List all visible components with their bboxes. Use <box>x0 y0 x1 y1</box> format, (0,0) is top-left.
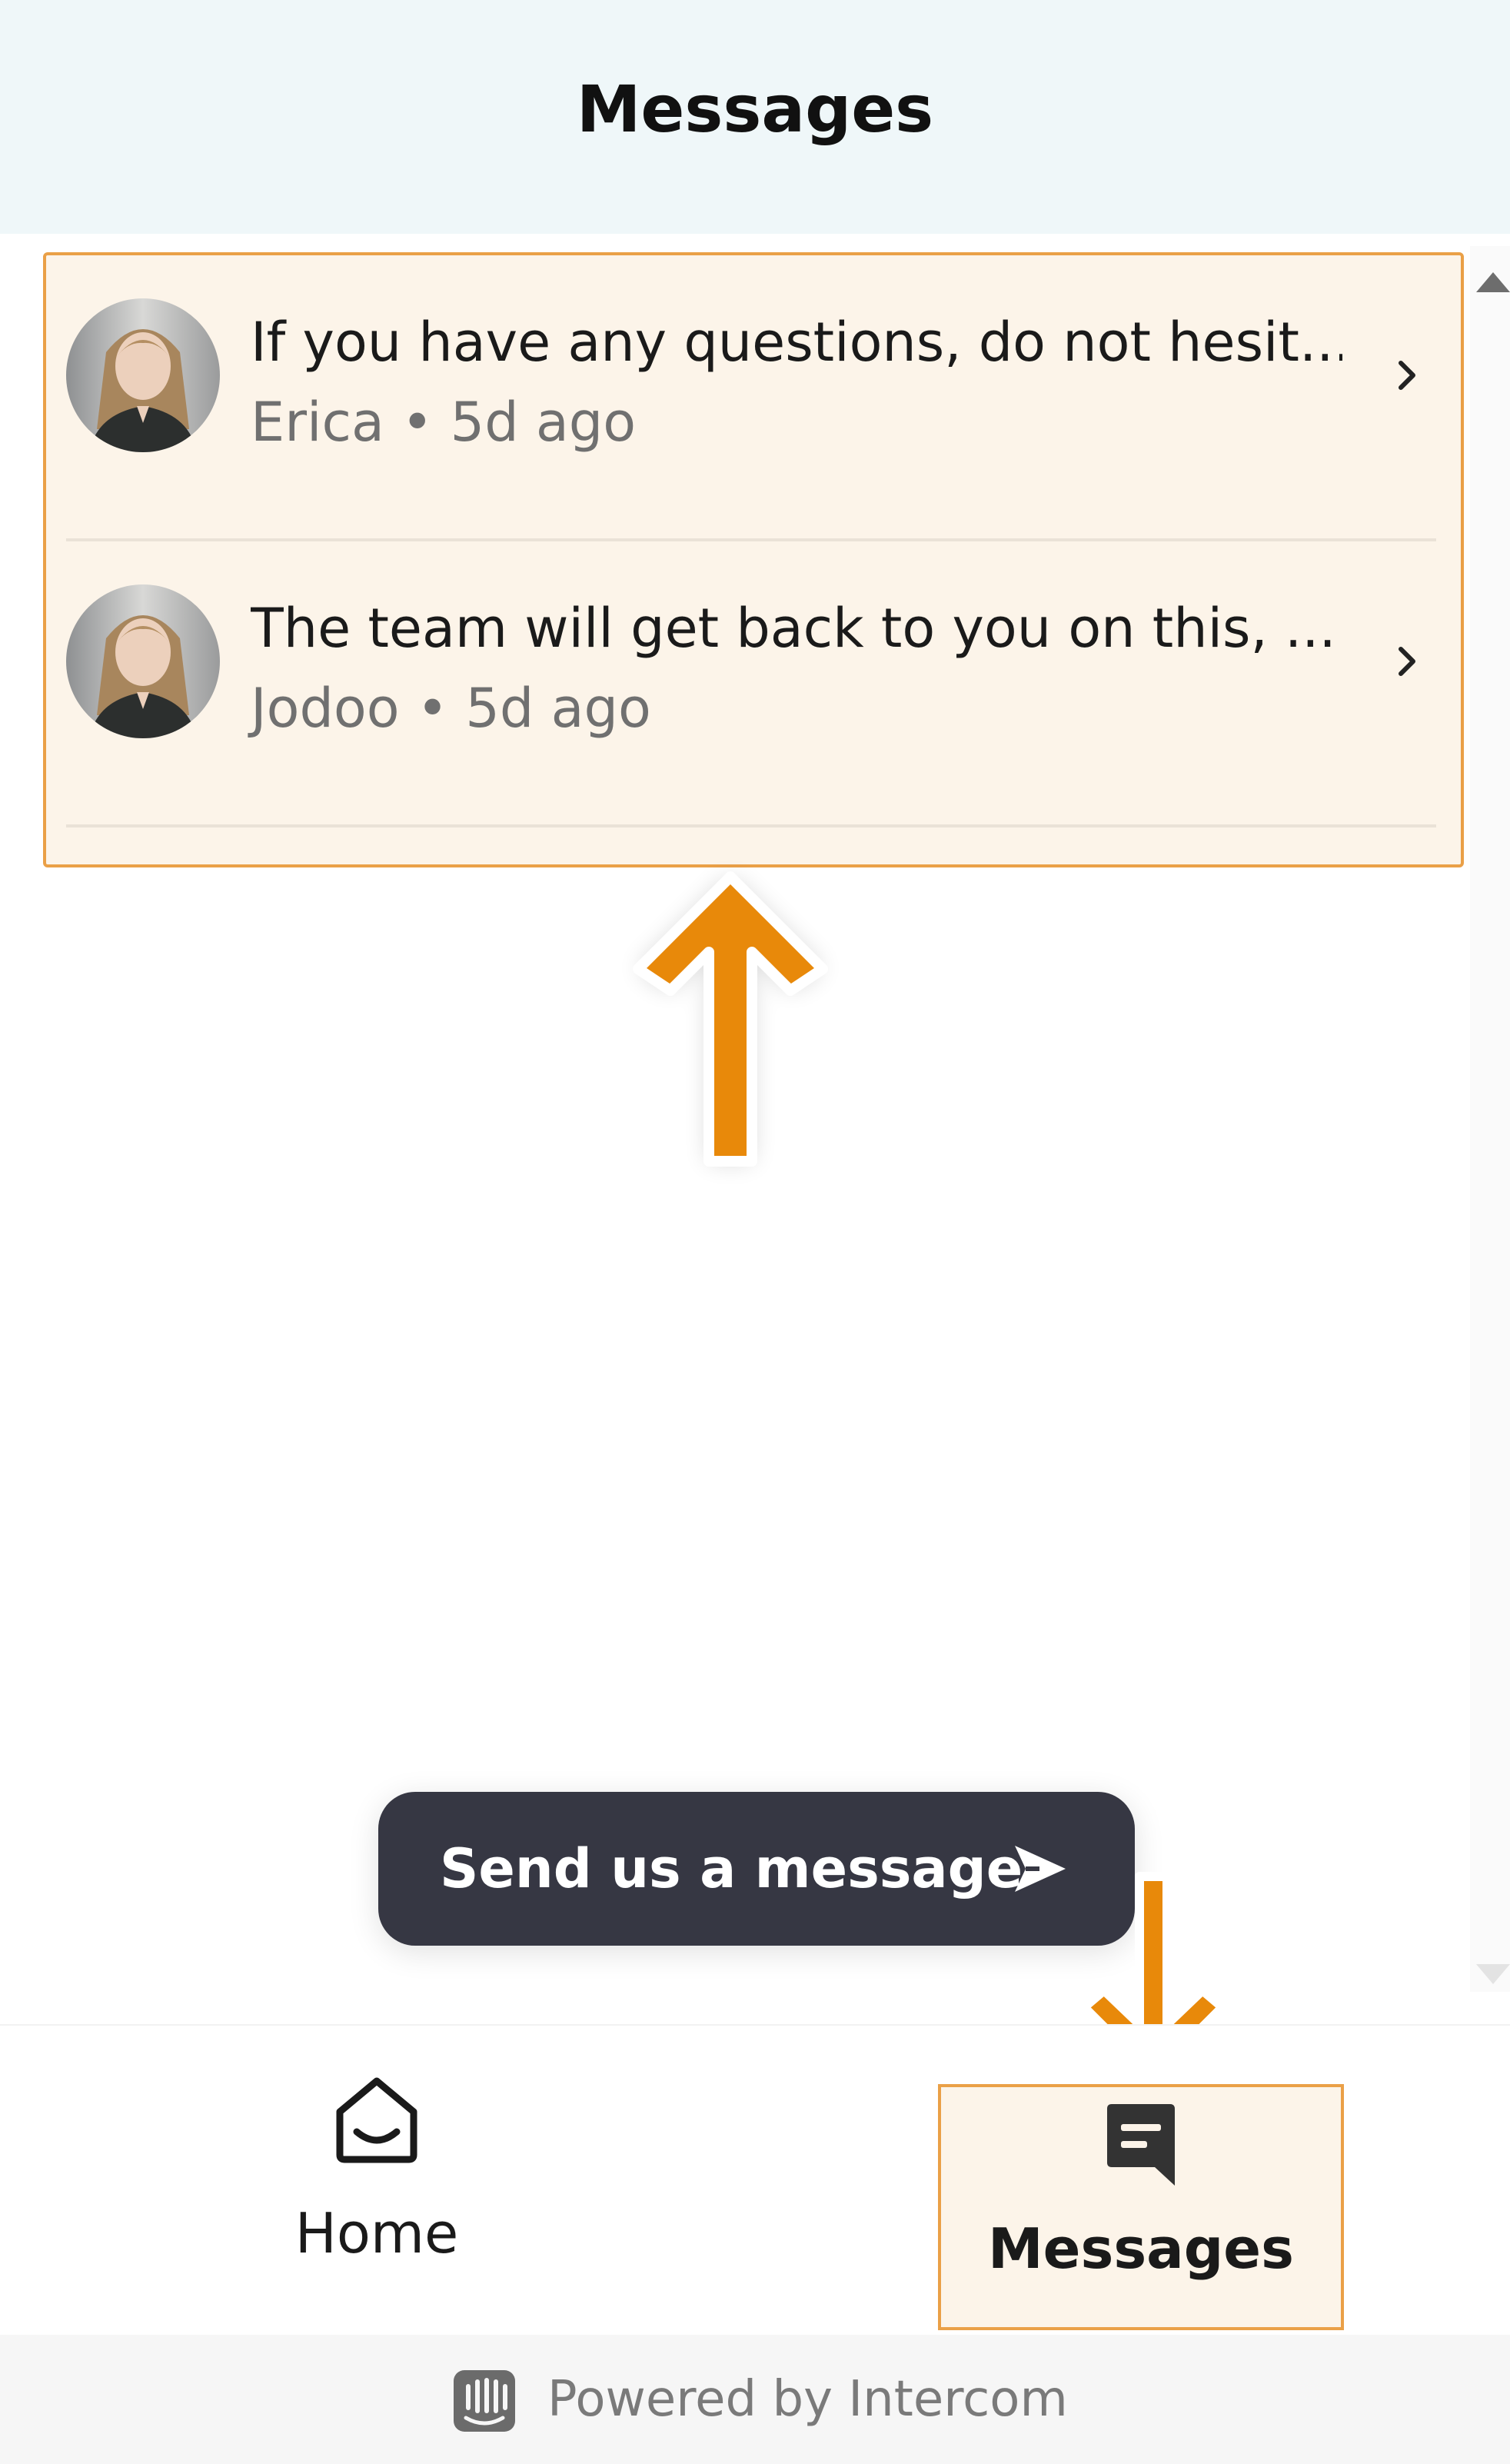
conversation-time: 5d ago <box>450 391 637 454</box>
tab-home-label: Home <box>294 2201 459 2266</box>
conversation-preview: The team will get back to you on this, .… <box>251 597 1336 660</box>
tab-messages[interactable]: Messages <box>938 2084 1344 2330</box>
conversation-meta: Jodoo • 5d ago <box>251 666 651 751</box>
send-message-label: Send us a message <box>440 1837 1023 1900</box>
intercom-logo-icon <box>454 2370 515 2432</box>
conversation-preview: If you have any questions, do not hesit.… <box>251 311 1342 374</box>
meta-separator: • <box>416 677 449 740</box>
conversation-sender: Erica <box>251 391 384 454</box>
messenger-window: Messages If you have any questions, do n… <box>0 0 1510 2464</box>
footer: Powered by Intercom <box>0 2335 1510 2464</box>
avatar <box>66 584 220 738</box>
annotation-arrow-up-icon <box>633 871 828 1167</box>
meta-separator: • <box>401 391 434 454</box>
conversation-time: 5d ago <box>465 677 651 740</box>
chevron-right-icon <box>1399 361 1415 390</box>
tab-messages-label: Messages <box>987 2216 1294 2281</box>
tab-home[interactable]: Home <box>231 2072 523 2303</box>
home-icon <box>336 2077 417 2163</box>
divider <box>66 824 1436 827</box>
conversation-meta: Erica • 5d ago <box>251 380 636 464</box>
conversation-item[interactable]: The team will get back to you on this, .… <box>66 541 1436 827</box>
chevron-right-icon <box>1399 647 1415 676</box>
scroll-up-arrow-icon[interactable] <box>1476 272 1510 292</box>
header: Messages <box>0 0 1510 234</box>
conversation-list: If you have any questions, do not hesit.… <box>43 252 1464 867</box>
scroll-down-arrow-icon[interactable] <box>1476 1964 1510 1984</box>
avatar <box>66 298 220 452</box>
powered-by-link[interactable]: Powered by Intercom <box>547 2358 1068 2441</box>
send-message-button[interactable]: Send us a message <box>378 1792 1135 1946</box>
chat-bubble-icon <box>1107 2104 1175 2186</box>
scrollbar[interactable] <box>1470 246 1510 1992</box>
conversation-sender: Jodoo <box>251 677 400 740</box>
bottom-nav: Home Messages <box>0 2024 1510 2336</box>
page-title: Messages <box>576 72 934 147</box>
conversation-item[interactable]: If you have any questions, do not hesit.… <box>66 255 1436 541</box>
